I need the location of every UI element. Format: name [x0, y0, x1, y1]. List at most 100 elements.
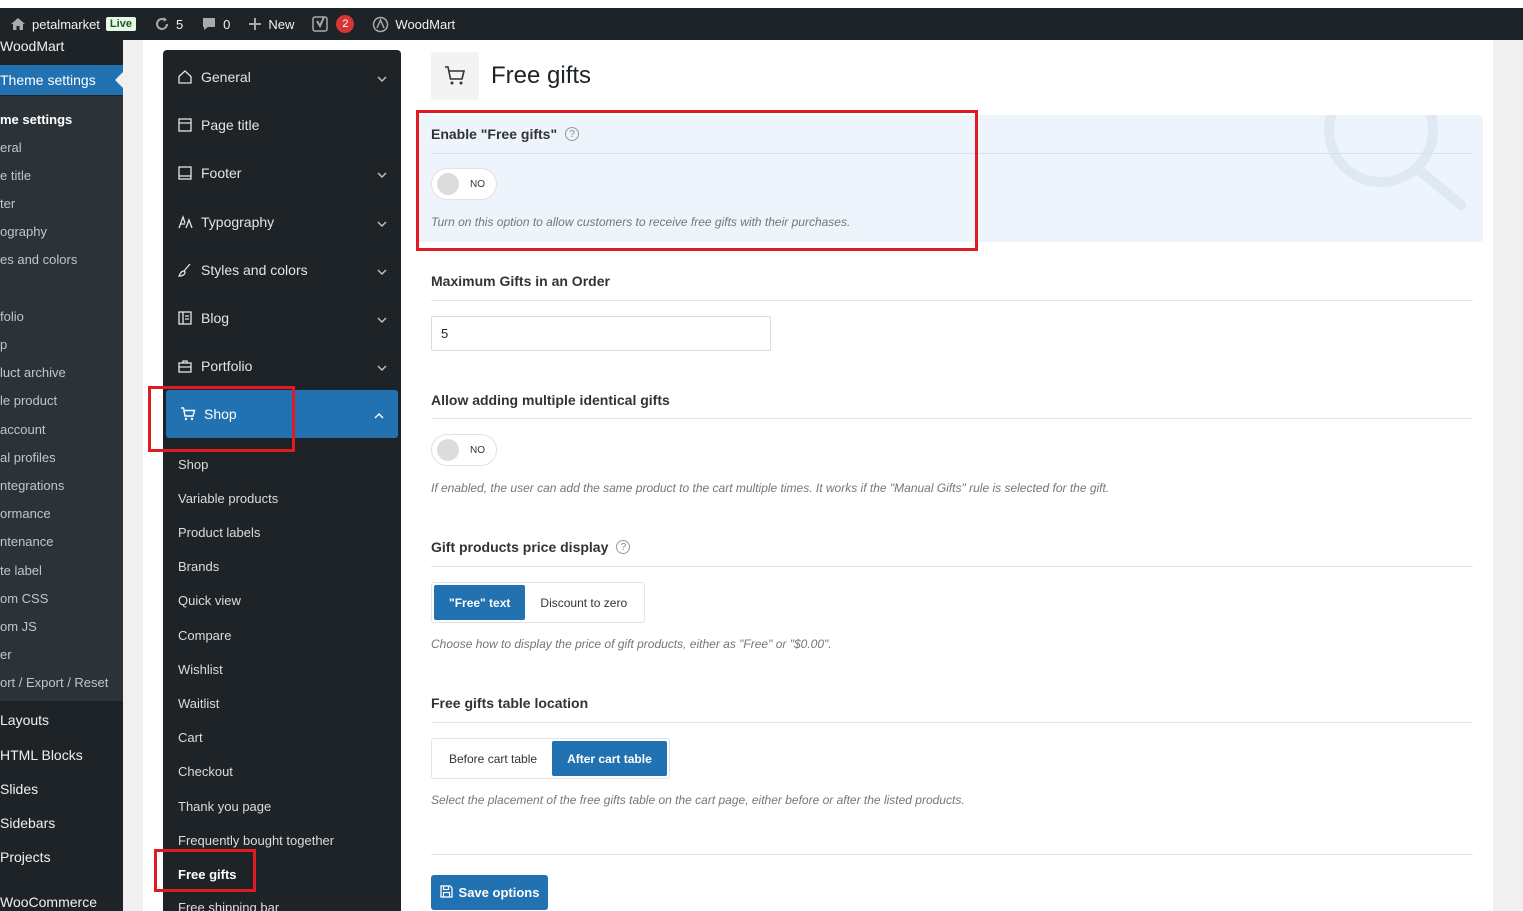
table-location-description: Select the placement of the free gifts t… — [431, 793, 965, 807]
subnav-item[interactable]: Free shipping bar — [178, 900, 279, 911]
wp-submenu-item[interactable]: al profiles — [0, 450, 56, 465]
divider — [431, 854, 1473, 855]
max-gifts-input[interactable] — [431, 316, 771, 351]
cart-icon — [442, 62, 468, 91]
subnav-item[interactable]: Compare — [178, 628, 231, 643]
subnav-item[interactable]: Quick view — [178, 593, 241, 608]
wp-submenu-item[interactable]: p — [0, 337, 7, 352]
wp-submenu-item[interactable]: ort / Export / Reset — [0, 675, 108, 690]
enable-free-gifts-toggle[interactable]: NO — [431, 168, 497, 200]
nav-styles-colors[interactable]: Styles and colors — [163, 246, 401, 294]
updates-count: 5 — [175, 16, 184, 32]
price-display-free-text[interactable]: "Free" text — [434, 585, 526, 620]
wp-submenu-item[interactable]: ter — [0, 196, 15, 211]
menu-woocommerce[interactable]: WooCommerce — [0, 894, 97, 910]
home-icon — [10, 16, 26, 32]
toggle-knob — [437, 439, 459, 461]
blog-icon — [177, 310, 193, 326]
wp-submenu-item[interactable]: te label — [0, 563, 42, 578]
save-options-button[interactable]: Save options — [431, 875, 548, 910]
help-icon[interactable]: ? — [565, 127, 580, 141]
wp-submenu: me settings eral e title ter ography es … — [0, 96, 123, 701]
subnav-item[interactable]: Product labels — [178, 525, 260, 540]
wp-submenu-item[interactable]: folio — [0, 309, 24, 324]
price-display-discount-zero[interactable]: Discount to zero — [525, 585, 642, 620]
subnav-item[interactable]: Thank you page — [178, 799, 271, 814]
wp-submenu-item[interactable]: account — [0, 422, 46, 437]
menu-projects[interactable]: Projects — [0, 849, 51, 865]
nav-label: Typography — [201, 214, 275, 230]
updates-link[interactable]: 5 — [154, 16, 183, 32]
enable-free-gifts-description: Turn on this option to allow customers t… — [431, 215, 851, 229]
subnav-item[interactable]: Variable products — [178, 491, 278, 506]
chevron-up-icon — [374, 408, 384, 424]
woodmart-link[interactable]: WoodMart — [372, 16, 455, 33]
wp-submenu-item[interactable]: eral — [0, 140, 22, 155]
wp-submenu-item[interactable]: e title — [0, 168, 31, 183]
wp-submenu-item[interactable]: le product — [0, 393, 57, 408]
brush-icon — [177, 262, 193, 278]
nav-label: Shop — [204, 406, 237, 422]
wp-submenu-item[interactable]: es and colors — [0, 252, 77, 267]
wp-submenu-item[interactable]: er — [0, 647, 12, 662]
chevron-down-icon — [377, 167, 387, 183]
subnav-item[interactable]: Waitlist — [178, 696, 219, 711]
section-label: Gift products price display — [431, 539, 609, 555]
price-display-description: Choose how to display the price of gift … — [431, 637, 832, 651]
nav-blog[interactable]: Blog — [163, 294, 401, 342]
menu-layouts[interactable]: Layouts — [0, 712, 49, 728]
divider — [431, 722, 1473, 723]
site-name-link[interactable]: petalmarket Live — [10, 16, 136, 32]
nav-label: General — [201, 69, 251, 85]
help-icon[interactable]: ? — [616, 540, 631, 554]
menu-sidebars[interactable]: Sidebars — [0, 815, 55, 831]
toggle-label: NO — [470, 178, 485, 190]
page-title: Free gifts — [491, 62, 592, 89]
site-name: petalmarket — [32, 16, 100, 32]
nav-typography[interactable]: Typography — [163, 198, 401, 246]
table-location-after[interactable]: After cart table — [552, 741, 667, 776]
wp-submenu-item[interactable]: om JS — [0, 619, 37, 634]
nav-footer[interactable]: Footer — [163, 149, 401, 197]
wp-submenu-item[interactable]: luct archive — [0, 365, 66, 380]
subnav-item[interactable]: Checkout — [178, 764, 233, 779]
subnav-item[interactable]: Brands — [178, 559, 219, 574]
subnav-item[interactable]: Shop — [178, 457, 208, 472]
save-label: Save options — [458, 885, 540, 900]
section-label: Maximum Gifts in an Order — [431, 273, 610, 289]
divider — [431, 300, 1473, 301]
wp-submenu-item[interactable]: me settings — [0, 112, 72, 127]
page-icon — [431, 52, 479, 100]
table-location-group: Before cart table After cart table — [431, 738, 670, 779]
divider — [431, 418, 1473, 419]
table-location-title: Free gifts table location — [431, 695, 588, 711]
nav-label: Blog — [201, 310, 230, 326]
price-display-title: Gift products price display ? — [431, 539, 631, 555]
yoast-notification-badge: 2 — [336, 15, 355, 33]
nav-page-title[interactable]: Page title — [163, 101, 401, 149]
comments-link[interactable]: 0 — [201, 16, 230, 32]
subnav-item[interactable]: Frequently bought together — [178, 833, 334, 848]
wp-admin-menu: WoodMart Theme settings me settings eral… — [0, 40, 123, 911]
wp-submenu-item[interactable]: ntenance — [0, 534, 54, 549]
new-content-link[interactable]: New — [248, 17, 294, 32]
table-location-before[interactable]: Before cart table — [434, 741, 552, 776]
home-icon — [177, 69, 193, 85]
subnav-item[interactable]: Wishlist — [178, 662, 223, 677]
menu-slides[interactable]: Slides — [0, 781, 38, 797]
nav-label: Portfolio — [201, 358, 253, 374]
nav-portfolio[interactable]: Portfolio — [163, 342, 401, 390]
wp-submenu-item[interactable]: om CSS — [0, 591, 48, 606]
yoast-link[interactable]: 2 — [312, 15, 355, 33]
wp-submenu-item[interactable]: ntegrations — [0, 478, 64, 493]
nav-shop[interactable]: Shop — [166, 390, 398, 438]
menu-woodmart[interactable]: WoodMart — [0, 40, 64, 54]
nav-general[interactable]: General — [163, 53, 401, 101]
wp-submenu-item[interactable]: ography — [0, 224, 47, 239]
subnav-item[interactable]: Cart — [178, 730, 203, 745]
menu-html-blocks[interactable]: HTML Blocks — [0, 747, 83, 763]
menu-theme-settings[interactable]: Theme settings — [0, 65, 123, 95]
multiple-gifts-toggle[interactable]: NO — [431, 434, 497, 466]
wp-submenu-item[interactable]: ormance — [0, 506, 51, 521]
subnav-item-free-gifts[interactable]: Free gifts — [178, 867, 237, 882]
